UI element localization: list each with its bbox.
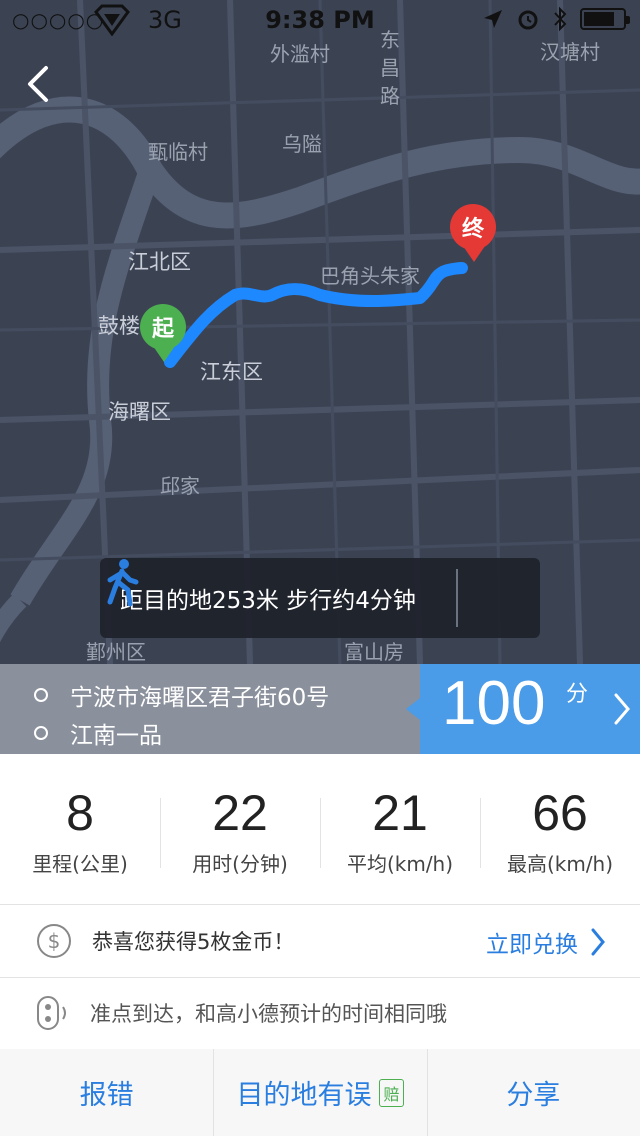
- bluetooth-icon: [554, 6, 567, 32]
- svg-text:$: $: [48, 929, 61, 953]
- stat-value: 8: [66, 785, 94, 841]
- origin-dot-icon: [34, 688, 48, 702]
- punctuality-row: 准点到达，和高小德预计的时间相同哦: [0, 978, 640, 1048]
- chevron-right-icon: [614, 693, 630, 725]
- map-label-gulou: 鼓楼: [98, 314, 140, 338]
- report-error-label: 报错: [79, 1080, 134, 1111]
- destination-wrong-button[interactable]: 目的地有误 赔: [213, 1049, 426, 1136]
- start-pin[interactable]: 起: [140, 304, 188, 366]
- map-label-fuzhou: 鄞州区: [86, 640, 146, 664]
- stat-max-speed: 66 最高(km/h): [480, 754, 640, 904]
- map-label-wulin: 乌隘: [282, 132, 322, 156]
- map-label-bajiao: 巴角头朱家: [320, 264, 420, 288]
- stat-average-speed: 21 平均(km/h): [320, 754, 480, 904]
- start-pin-label: 起: [140, 304, 186, 350]
- chevron-left-icon: [28, 66, 48, 102]
- map-label-fushan: 富山房: [344, 640, 404, 664]
- stat-label: 里程(公里): [32, 852, 128, 876]
- map-label-hantang: 汉塘村: [540, 40, 600, 64]
- coin-message: 恭喜您获得5枚金币！: [92, 930, 295, 954]
- stat-label: 平均(km/h): [346, 852, 454, 876]
- route-origin: 宁波市海曙区君子街60号: [34, 678, 329, 712]
- back-button[interactable]: [22, 62, 62, 106]
- stat-value: 66: [532, 785, 588, 841]
- route-destination: 江南一品: [34, 716, 162, 750]
- score-unit: 分: [566, 682, 589, 707]
- traffic-light-icon: [37, 996, 66, 1030]
- stat-distance: 8 里程(公里): [0, 754, 160, 904]
- coin-icon: $: [37, 924, 71, 958]
- walking-tip-text: 距目的地253米 步行约4分钟: [120, 588, 416, 614]
- map-label-haishu: 海曙区: [108, 400, 171, 424]
- share-button[interactable]: 分享: [426, 1049, 640, 1136]
- status-right-icons: [482, 6, 630, 32]
- location-arrow-icon: [484, 10, 502, 28]
- end-pin-tip: [463, 246, 485, 262]
- destination-dot-icon: [34, 726, 48, 740]
- stat-duration: 22 用时(分钟): [160, 754, 320, 904]
- status-bar: ○○○○○ 3G 9:38 PM: [0, 0, 640, 40]
- walking-person-icon: [107, 559, 139, 607]
- punctuality-message: 准点到达，和高小德预计的时间相同哦: [90, 1002, 447, 1026]
- start-pin-tip: [153, 346, 175, 362]
- map-label-qiujia: 邱家: [160, 474, 200, 498]
- map-label-jiangdong: 江东区: [200, 360, 263, 384]
- footer-actions: 报错 目的地有误 赔 分享: [0, 1049, 640, 1136]
- walking-tip: 距目的地253米 步行约4分钟: [100, 558, 540, 638]
- report-error-button[interactable]: 报错: [0, 1049, 213, 1136]
- end-pin-label: 终: [450, 204, 496, 250]
- stat-label: 用时(分钟): [192, 852, 288, 876]
- battery-icon: [580, 8, 630, 30]
- redeem-label: 立即兑换: [486, 932, 578, 958]
- trip-stats: 8 里程(公里) 22 用时(分钟) 21 平均(km/h) 66 最高(km/…: [0, 754, 640, 904]
- share-label: 分享: [506, 1080, 561, 1111]
- stat-label: 最高(km/h): [506, 852, 614, 876]
- score-value: 100: [442, 669, 546, 738]
- walk-navigation-button[interactable]: [107, 558, 538, 638]
- route-destination-text: 江南一品: [70, 723, 162, 749]
- stat-value: 22: [212, 785, 268, 841]
- map-label-zhenlin: 甄临村: [148, 140, 208, 164]
- chevron-right-icon: [591, 928, 605, 956]
- score-button[interactable]: 100 分: [406, 664, 640, 754]
- map-label-wailan: 外滥村: [270, 42, 330, 66]
- alarm-icon: [518, 10, 538, 30]
- compensation-badge: 赔: [379, 1078, 404, 1107]
- destination-wrong-label: 目的地有误: [236, 1080, 372, 1111]
- map-label-jiangbei: 江北区: [128, 250, 191, 274]
- stat-value: 21: [372, 785, 428, 841]
- coin-reward-row: $ 恭喜您获得5枚金币！ 立即兑换: [0, 905, 640, 977]
- redeem-button[interactable]: 立即兑换: [486, 925, 606, 959]
- end-pin[interactable]: 终: [450, 204, 498, 266]
- map-view[interactable]: 甄临村 外滥村 乌隘 东昌路 汉塘村 江北区 鼓楼 江东区 海曙区 巴角头朱家 …: [0, 0, 640, 664]
- route-origin-text: 宁波市海曙区君子街60号: [70, 685, 330, 711]
